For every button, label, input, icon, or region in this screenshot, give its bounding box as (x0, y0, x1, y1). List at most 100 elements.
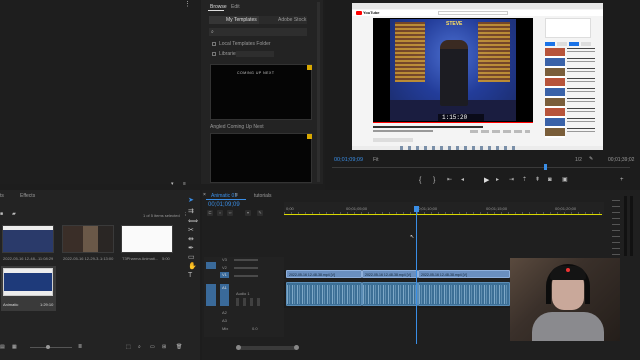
panel-scrollbar[interactable] (317, 2, 320, 182)
wrench-icon[interactable]: ✎ (589, 156, 593, 163)
track-label-a1[interactable]: A1 (222, 285, 227, 291)
tab-effects[interactable]: Effects (20, 193, 35, 199)
source-monitor-panel (0, 0, 200, 184)
export-frame-icon[interactable]: ◙ (548, 177, 552, 184)
program-timecode[interactable]: 00;01;09;09 (334, 157, 363, 163)
lift-icon[interactable]: ⇡ (522, 177, 527, 184)
comparison-view-icon[interactable]: ▣ (562, 177, 568, 184)
new-item-icon[interactable]: ▤ (0, 344, 5, 351)
master-track-label: Mix (222, 326, 229, 331)
subtab-adobe-stock[interactable]: Adobe Stock (278, 17, 306, 23)
snap-icon[interactable]: ∩ (217, 210, 223, 216)
track-label-v2[interactable]: V2 (222, 265, 227, 271)
icon-view-icon[interactable]: ▦ (12, 344, 17, 351)
add-button-icon[interactable]: + (620, 177, 624, 184)
track-label-v1[interactable]: V1 (222, 272, 227, 278)
linked-selection-icon[interactable]: ∞ (227, 210, 233, 216)
menu-icon[interactable]: ≡ (235, 192, 238, 199)
project-item-thumb-1[interactable] (2, 225, 54, 253)
timeline-scroll-handle[interactable] (236, 345, 241, 350)
timeline-scroll-handle[interactable] (294, 345, 299, 350)
type-tool-icon[interactable]: T (188, 272, 192, 279)
template-thumb-text: COMING UP NEXT (237, 71, 275, 75)
master-volume[interactable]: 0.0 (252, 326, 258, 332)
pen-tool-icon[interactable]: ✒ (188, 245, 194, 252)
search-icon[interactable]: ⌕ (138, 344, 141, 351)
new-bin-icon[interactable]: ▭ (150, 344, 155, 351)
settings-icon[interactable]: ≡ (183, 181, 186, 188)
track-label-a3[interactable]: A3 (222, 318, 227, 324)
project-item-name-4: Animatic (3, 302, 19, 307)
libraries-checkbox[interactable] (212, 52, 216, 56)
filter-icon[interactable]: ▾ (171, 181, 174, 188)
selection-tool-icon[interactable]: ➤ (188, 197, 194, 204)
video-clip[interactable]: 2022-05-16 12-48-38.mp4 [V] (418, 270, 510, 278)
source-patch-v1[interactable] (206, 262, 216, 269)
track-toggle-icons[interactable] (234, 258, 258, 280)
go-to-in-icon[interactable]: ⇤ (447, 177, 452, 184)
resolution-dropdown[interactable]: 1/2 (575, 157, 582, 163)
more-icon[interactable]: ⋮ (184, 1, 191, 8)
step-forward-icon[interactable]: ▸ (496, 177, 499, 184)
close-icon[interactable]: × (203, 192, 206, 199)
project-item-thumb-4[interactable] (3, 268, 53, 296)
zoom-level-dropdown[interactable]: Fit (373, 157, 379, 163)
folder-icon[interactable]: ▰ (12, 211, 16, 218)
tab-edit[interactable]: Edit (231, 4, 240, 10)
audio-clip[interactable] (286, 282, 362, 306)
monitor-scrub-bar[interactable] (332, 167, 630, 168)
razor-tool-icon[interactable]: ✂ (188, 227, 194, 234)
slip-tool-icon[interactable]: ⇹ (188, 236, 194, 243)
extract-icon[interactable]: ⇞ (535, 177, 540, 184)
automate-icon[interactable]: ⬚ (126, 344, 131, 351)
source-patch-a1[interactable] (206, 284, 216, 306)
tab-tutorials[interactable]: tutorials (254, 193, 272, 199)
video-clip[interactable]: 2022-05-16 12-48-38.mp4 [V] (362, 270, 418, 278)
step-back-icon[interactable]: ◂ (461, 177, 464, 184)
track-select-tool-icon[interactable]: ⇉ (188, 208, 194, 215)
youtube-sidebar-ad (545, 18, 591, 38)
sort-icon[interactable]: ≣ (78, 344, 82, 351)
zoom-slider[interactable] (30, 347, 72, 348)
search-input[interactable] (209, 28, 307, 36)
play-icon[interactable]: ▶ (484, 177, 489, 184)
project-item-thumb-3[interactable] (121, 225, 173, 253)
ripple-edit-tool-icon[interactable]: ⟺ (188, 218, 198, 225)
audio-clip[interactable] (362, 282, 418, 306)
timeline-settings-icon[interactable]: ✎ (257, 210, 263, 216)
audio-clip[interactable] (418, 282, 510, 306)
track-label-a2[interactable]: A2 (222, 310, 227, 316)
project-item-name-1: 2022-05-16 12-48-... (3, 256, 40, 261)
project-item-thumb-2[interactable] (62, 225, 114, 253)
mark-in-icon[interactable]: { (419, 177, 421, 184)
audio-track-controls[interactable] (236, 298, 262, 306)
delete-icon[interactable]: 🗑 (176, 344, 182, 351)
timeline-scrollbar[interactable] (236, 346, 298, 350)
tab-project-prev[interactable]: ts (0, 193, 4, 199)
video-clip[interactable]: 2022-05-16 12-48-38.mp4 [V] (286, 270, 362, 278)
local-templates-checkbox[interactable] (212, 42, 216, 46)
mark-out-icon[interactable]: } (433, 177, 435, 184)
add-marker-icon[interactable]: ▾ (245, 210, 251, 216)
monitor-playhead[interactable] (544, 164, 547, 170)
subtab-my-templates[interactable]: My Templates (226, 17, 257, 23)
rectangle-tool-icon[interactable]: ▭ (188, 254, 195, 261)
timeline-playhead[interactable] (416, 212, 417, 344)
go-to-out-icon[interactable]: ⇥ (509, 177, 514, 184)
work-area-bar[interactable] (284, 214, 602, 215)
project-item-dur-4: 1:29:10 (40, 302, 54, 307)
new-item-icon[interactable]: ⊞ (162, 344, 166, 351)
libraries-dropdown[interactable] (236, 51, 274, 57)
youtube-video-title (373, 126, 483, 128)
zoom-slider-handle[interactable] (46, 345, 50, 349)
new-bin-icon[interactable]: ■ (0, 211, 3, 218)
stage-lights (478, 22, 510, 82)
track-label-v3[interactable]: V3 (222, 257, 227, 263)
template-thumb-2[interactable] (210, 133, 312, 183)
timeline-timecode[interactable]: 00;01;09;09 (208, 202, 240, 209)
youtube-logo-text: YouTube (363, 10, 380, 15)
program-duration: 00;01;39;02 (608, 157, 635, 163)
project-item-name-2: 2022-05-16 12-29-3... (63, 256, 102, 261)
nest-sequence-icon[interactable]: ⊏ (207, 210, 213, 216)
hand-tool-icon[interactable]: ✋ (188, 263, 197, 270)
